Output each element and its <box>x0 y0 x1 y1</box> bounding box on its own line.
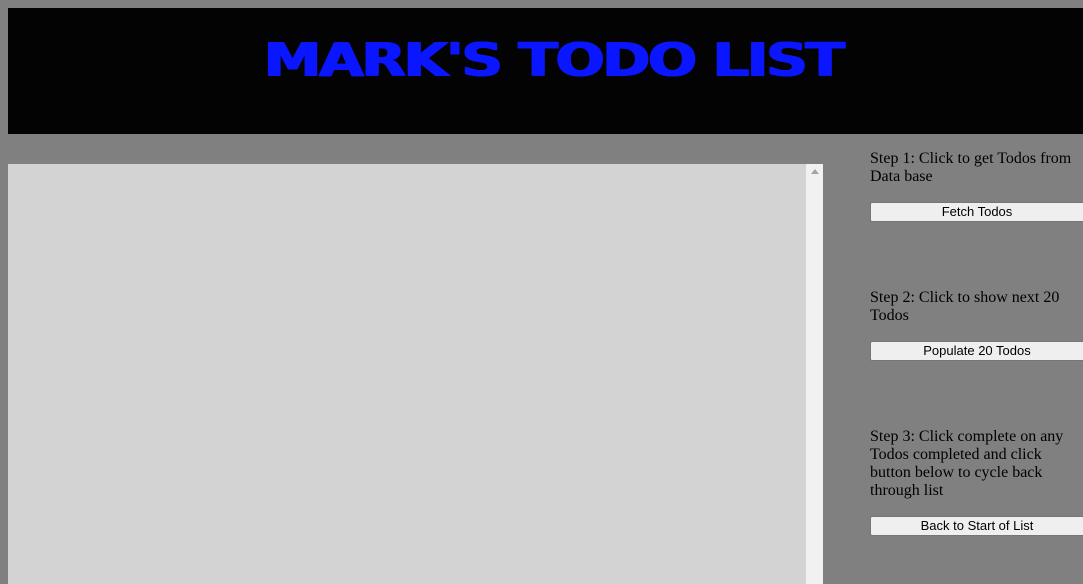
scroll-up-arrow-icon[interactable] <box>811 169 819 174</box>
header-banner: MARK'S TODO LIST <box>8 8 1083 134</box>
fetch-todos-button[interactable]: Fetch Todos <box>870 202 1083 222</box>
step-1-instructions: Step 1: Click to get Todos from Data bas… <box>870 150 1072 185</box>
todo-list-scrollbar[interactable] <box>806 164 823 584</box>
todo-list-panel[interactable] <box>8 164 806 584</box>
page-title: MARK'S TODO LIST <box>263 32 845 88</box>
step-3-instructions: Step 3: Click complete on any Todos comp… <box>870 428 1064 499</box>
page: MARK'S TODO LIST Step 1: Click to get To… <box>0 0 1083 584</box>
populate-todos-button[interactable]: Populate 20 Todos <box>870 341 1083 361</box>
back-to-start-button[interactable]: Back to Start of List <box>870 516 1083 536</box>
step-2-instructions: Step 2: Click to show next 20 Todos <box>870 289 1060 324</box>
